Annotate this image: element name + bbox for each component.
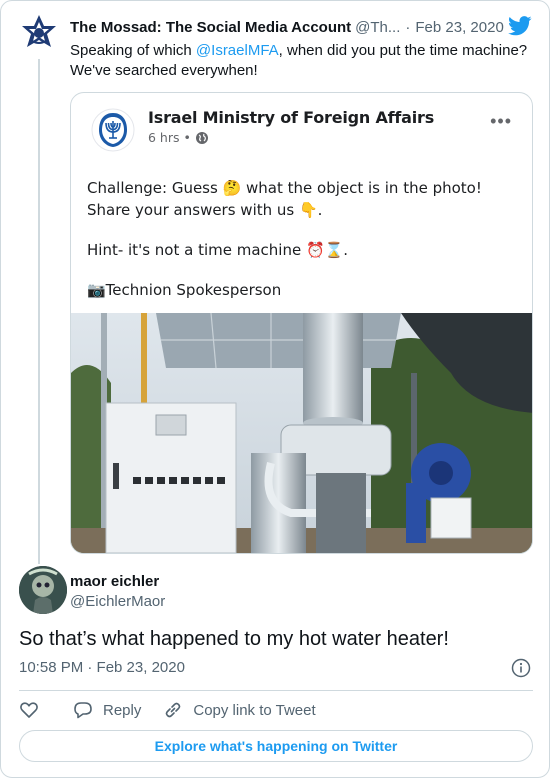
link-icon	[166, 702, 181, 718]
like-button[interactable]	[19, 700, 39, 720]
tweet-embed-card: The Mossad: The Social Media Account @Th…	[0, 0, 550, 778]
ministry-avatar[interactable]	[91, 108, 135, 152]
meta-dot: •	[183, 130, 191, 145]
user-avatar-icon	[19, 566, 67, 614]
reply-tweet-text: So that’s what happened to my hot water …	[19, 628, 449, 650]
reply-author-name[interactable]: maor eichler	[70, 573, 159, 590]
post-photo[interactable]	[71, 313, 533, 554]
twitter-bird-icon[interactable]	[508, 15, 532, 37]
ministry-page-name[interactable]: Israel Ministry of Foreign Affairs	[148, 108, 434, 127]
copy-link-label: Copy link to Tweet	[193, 701, 316, 719]
thread-connector-line	[38, 59, 40, 564]
post-time[interactable]: 6 hrs	[148, 130, 180, 145]
embedded-post-card[interactable]: Israel Ministry of Foreign Affairs 6 hrs…	[70, 92, 533, 554]
post-body: Challenge: Guess 🤔 what the object is in…	[87, 177, 517, 319]
copy-link-button[interactable]: Copy link to Tweet	[163, 700, 316, 720]
parent-tweet-date[interactable]: Feb 23, 2020	[415, 19, 503, 36]
reply-timestamp[interactable]: 10:58 PM · Feb 23, 2020	[19, 659, 185, 676]
mention-link[interactable]: @IsraelMFA	[196, 42, 279, 59]
post-meta: 6 hrs •	[148, 130, 209, 145]
parent-author-handle[interactable]: @Th...	[355, 19, 400, 36]
parent-tweet-text: Speaking of which @IsraelMFA, when did y…	[70, 41, 530, 81]
mossad-emblem-icon	[20, 14, 58, 52]
mossad-avatar[interactable]	[19, 13, 59, 53]
more-options-button[interactable]: •••	[490, 111, 512, 132]
parent-text-start: Speaking of which	[70, 42, 196, 59]
parent-author-name[interactable]: The Mossad: The Social Media Account	[70, 19, 351, 36]
reply-author-avatar[interactable]	[19, 566, 67, 614]
post-paragraph-hint: Hint- it's not a time machine ⏰⌛.	[87, 241, 349, 259]
reply-author-handle[interactable]: @EichlerMaor	[70, 593, 165, 610]
reply-bubble-icon	[74, 702, 92, 719]
header-separator: ·	[405, 18, 411, 36]
heart-icon	[20, 702, 38, 718]
actions-divider	[19, 690, 533, 691]
post-paragraph-challenge: Challenge: Guess 🤔 what the object is in…	[87, 179, 482, 219]
post-paragraph-credit: 📷Technion Spokesperson	[87, 281, 282, 299]
tweet-actions: Reply Copy link to Tweet	[19, 698, 316, 722]
reply-button[interactable]: Reply	[73, 700, 141, 720]
menorah-emblem-icon	[91, 108, 135, 152]
globe-icon	[195, 131, 208, 144]
reply-label: Reply	[103, 701, 142, 719]
info-icon[interactable]	[511, 658, 531, 678]
explore-twitter-button[interactable]: Explore what's happening on Twitter	[19, 730, 533, 762]
parent-tweet-header: The Mossad: The Social Media Account @Th…	[70, 17, 510, 37]
